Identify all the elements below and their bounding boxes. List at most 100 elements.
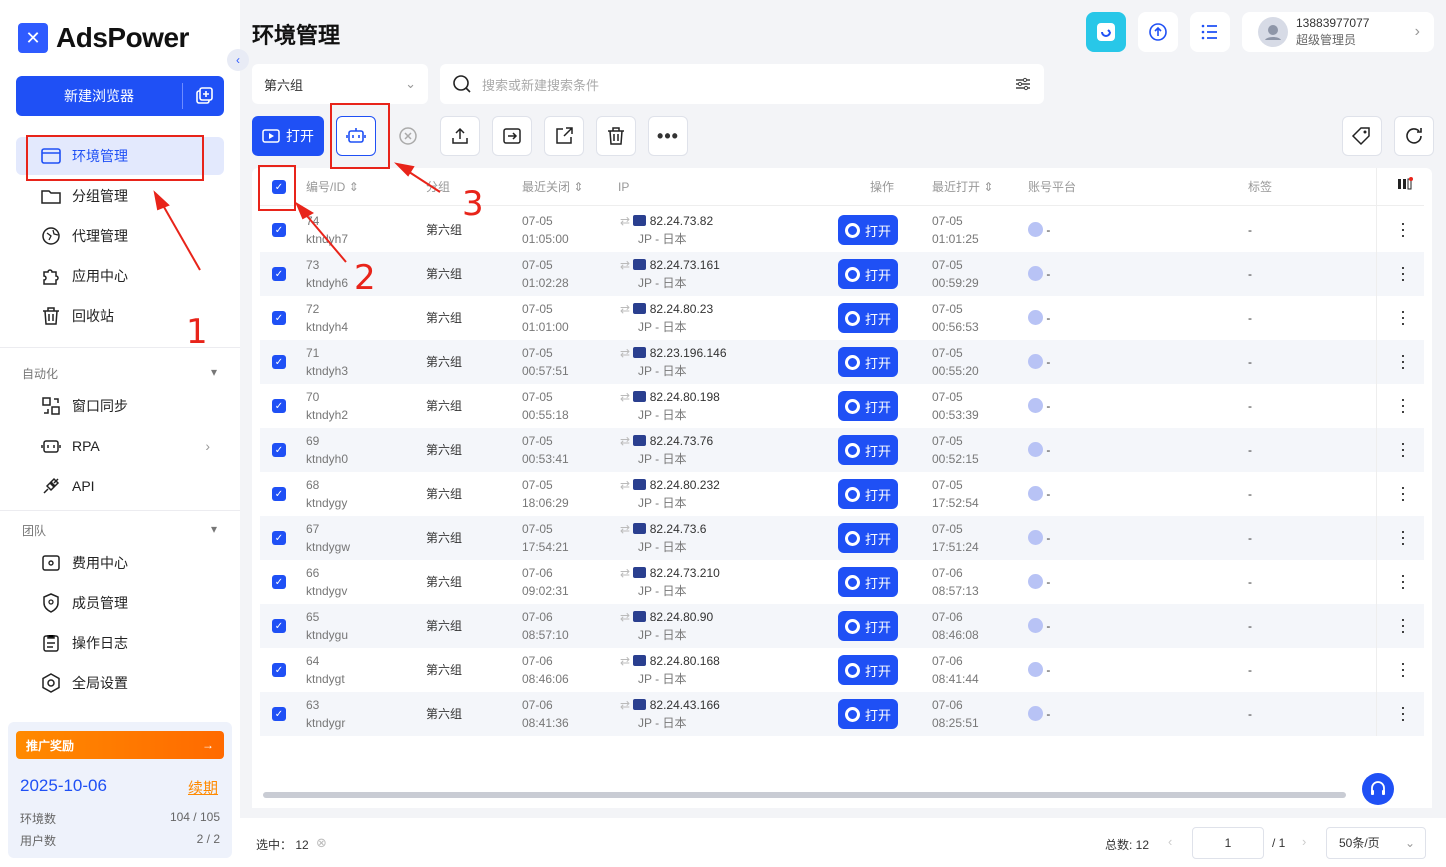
row-more-icon[interactable]: · · · bbox=[1400, 522, 1406, 552]
collapse-sidebar-button[interactable]: ‹ bbox=[227, 49, 249, 71]
chevron-right-icon: › bbox=[1414, 23, 1420, 40]
row-checkbox[interactable]: ✓ bbox=[272, 575, 286, 589]
table-row[interactable]: ✓ 68 ktndygy 第六组 07-05 18:06:29 ⇄ 82.24.80.232… bbox=[260, 472, 1424, 516]
table-row[interactable]: ✓ 74 ktndyh7 第六组 07-05 01:05:00 ⇄ 82.24.73.82 J… bbox=[260, 208, 1424, 252]
referral-reward-banner[interactable]: 推广奖励 → bbox=[16, 731, 224, 759]
row-more-icon[interactable]: · · · bbox=[1400, 434, 1406, 464]
row-open-button[interactable]: 打开 bbox=[838, 567, 898, 597]
clear-selection-icon[interactable]: ⊗ bbox=[316, 835, 327, 851]
page-size-select[interactable]: 50条/页 ⌄ bbox=[1326, 827, 1426, 859]
task-list-icon[interactable] bbox=[1190, 12, 1230, 52]
team-section-title[interactable]: 团队 ▾ bbox=[22, 522, 217, 539]
col-last-opened[interactable]: 最近打开 ⇕ bbox=[932, 178, 993, 196]
sidebar-item-group[interactable]: 分组管理 bbox=[16, 177, 224, 215]
row-checkbox[interactable]: ✓ bbox=[272, 399, 286, 413]
sync-app-icon[interactable] bbox=[1086, 12, 1126, 52]
row-more-icon[interactable]: · · · bbox=[1400, 478, 1406, 508]
more-actions-button[interactable]: ••• bbox=[648, 116, 688, 156]
row-open-button[interactable]: 打开 bbox=[838, 523, 898, 553]
row-checkbox[interactable]: ✓ bbox=[272, 443, 286, 457]
table-row[interactable]: ✓ 70 ktndyh2 第六组 07-05 00:55:18 ⇄ 82.24.80.198… bbox=[260, 384, 1424, 428]
row-open-button[interactable]: 打开 bbox=[838, 655, 898, 685]
tag-button[interactable] bbox=[1342, 116, 1382, 156]
add-plus-icon[interactable] bbox=[183, 86, 224, 106]
closed-time: 00:55:18 bbox=[522, 408, 569, 422]
table-row[interactable]: ✓ 71 ktndyh3 第六组 07-05 00:57:51 ⇄ 82.23.196.14… bbox=[260, 340, 1424, 384]
row-open-button[interactable]: 打开 bbox=[838, 215, 898, 245]
search-input[interactable]: 搜索或新建搜索条件 bbox=[440, 64, 1044, 104]
user-menu[interactable]: 13883977077 超级管理员 › bbox=[1242, 12, 1434, 52]
sidebar-item-rpa[interactable]: RPA › bbox=[16, 427, 224, 465]
table-row[interactable]: ✓ 69 ktndyh0 第六组 07-05 00:53:41 ⇄ 82.24.73.76 J… bbox=[260, 428, 1424, 472]
delete-button[interactable] bbox=[596, 116, 636, 156]
platform-value: - bbox=[1046, 487, 1051, 501]
row-open-button[interactable]: 打开 bbox=[838, 611, 898, 641]
row-group: 第六组 bbox=[426, 311, 463, 325]
prev-page-icon[interactable]: ‹ bbox=[1168, 834, 1172, 849]
table-row[interactable]: ✓ 63 ktndygr 第六组 07-06 08:41:36 ⇄ 82.24.43.166… bbox=[260, 692, 1424, 736]
column-settings-icon[interactable] bbox=[1397, 177, 1413, 196]
row-more-icon[interactable]: · · · bbox=[1400, 258, 1406, 288]
row-open-button[interactable]: 打开 bbox=[838, 259, 898, 289]
row-open-button[interactable]: 打开 bbox=[838, 435, 898, 465]
filter-settings-icon[interactable] bbox=[1014, 75, 1032, 93]
row-more-icon[interactable]: · · · bbox=[1400, 610, 1406, 640]
table-row[interactable]: ✓ 73 ktndyh6 第六组 07-05 01:02:28 ⇄ 82.24.73.161… bbox=[260, 252, 1424, 296]
row-more-icon[interactable]: · · · bbox=[1400, 302, 1406, 332]
next-page-icon[interactable]: › bbox=[1302, 834, 1306, 849]
check-icon: ✓ bbox=[274, 488, 284, 500]
renew-link[interactable]: 续期 bbox=[188, 777, 218, 798]
table-row[interactable]: ✓ 72 ktndyh4 第六组 07-05 01:01:00 ⇄ 82.24.80.23 J… bbox=[260, 296, 1424, 340]
row-open-button[interactable]: 打开 bbox=[838, 391, 898, 421]
sidebar-item-logs[interactable]: 操作日志 bbox=[16, 624, 224, 662]
row-checkbox[interactable]: ✓ bbox=[272, 531, 286, 545]
sidebar-item-apps[interactable]: 应用中心 bbox=[16, 257, 224, 295]
sidebar-item-billing[interactable]: 费用中心 bbox=[16, 544, 224, 582]
row-more-icon[interactable]: · · · bbox=[1400, 566, 1406, 596]
row-more-icon[interactable]: · · · bbox=[1400, 698, 1406, 728]
sidebar-item-settings[interactable]: 全局设置 bbox=[16, 664, 224, 702]
group-select[interactable]: 第六组 ⌄ bbox=[252, 64, 428, 104]
row-checkbox[interactable]: ✓ bbox=[272, 619, 286, 633]
row-checkbox[interactable]: ✓ bbox=[272, 311, 286, 325]
row-more-icon[interactable]: · · · bbox=[1400, 654, 1406, 684]
sidebar-item-window-sync[interactable]: 窗口同步 bbox=[16, 387, 224, 425]
new-browser-button[interactable]: 新建浏览器 bbox=[16, 76, 224, 116]
swap-icon: ⇄ bbox=[620, 522, 631, 536]
row-checkbox[interactable]: ✓ bbox=[272, 487, 286, 501]
row-open-button[interactable]: 打开 bbox=[838, 347, 898, 377]
export-button[interactable] bbox=[440, 116, 480, 156]
sidebar-item-api[interactable]: API bbox=[16, 467, 224, 505]
refresh-button[interactable] bbox=[1394, 116, 1434, 156]
row-checkbox[interactable]: ✓ bbox=[272, 267, 286, 281]
automation-section-title[interactable]: 自动化 ▾ bbox=[22, 365, 217, 382]
row-checkbox[interactable]: ✓ bbox=[272, 223, 286, 237]
table-row[interactable]: ✓ 64 ktndygt 第六组 07-06 08:46:06 ⇄ 82.24.80.168… bbox=[260, 648, 1424, 692]
page-input[interactable]: 1 bbox=[1192, 827, 1264, 859]
table-row[interactable]: ✓ 66 ktndygv 第六组 07-06 09:02:31 ⇄ 82.24.73.210… bbox=[260, 560, 1424, 604]
upload-cloud-icon[interactable] bbox=[1138, 12, 1178, 52]
row-checkbox[interactable]: ✓ bbox=[272, 663, 286, 677]
share-button[interactable] bbox=[544, 116, 584, 156]
table-row[interactable]: ✓ 67 ktndygw 第六组 07-05 17:54:21 ⇄ 82.24.73.6 JP… bbox=[260, 516, 1424, 560]
col-last-closed[interactable]: 最近关闭 ⇕ bbox=[522, 178, 583, 196]
row-checkbox[interactable]: ✓ bbox=[272, 707, 286, 721]
move-group-button[interactable] bbox=[492, 116, 532, 156]
close-browser-button[interactable] bbox=[388, 116, 428, 156]
row-more-icon[interactable]: · · · bbox=[1400, 214, 1406, 244]
row-more-icon[interactable]: · · · bbox=[1400, 346, 1406, 376]
sidebar-item-members[interactable]: 成员管理 bbox=[16, 584, 224, 622]
row-open-button[interactable]: 打开 bbox=[838, 699, 898, 729]
support-chat-button[interactable] bbox=[1362, 773, 1394, 805]
horizontal-scrollbar[interactable] bbox=[263, 792, 1346, 798]
row-open-button[interactable]: 打开 bbox=[838, 479, 898, 509]
table-row[interactable]: ✓ 65 ktndygu 第六组 07-06 08:57:10 ⇄ 82.24.80.90 J… bbox=[260, 604, 1424, 648]
row-last-closed: 07-05 01:05:00 bbox=[522, 212, 569, 248]
sidebar-item-proxy[interactable]: 代理管理 bbox=[16, 217, 224, 255]
col-id[interactable]: 编号/ID ⇕ bbox=[306, 178, 359, 196]
row-ip: ⇄ 82.24.73.82 JP - 日本 bbox=[620, 212, 713, 248]
row-more-icon[interactable]: · · · bbox=[1400, 390, 1406, 420]
row-checkbox[interactable]: ✓ bbox=[272, 355, 286, 369]
open-selected-button[interactable]: 打开 bbox=[252, 116, 324, 156]
row-open-button[interactable]: 打开 bbox=[838, 303, 898, 333]
